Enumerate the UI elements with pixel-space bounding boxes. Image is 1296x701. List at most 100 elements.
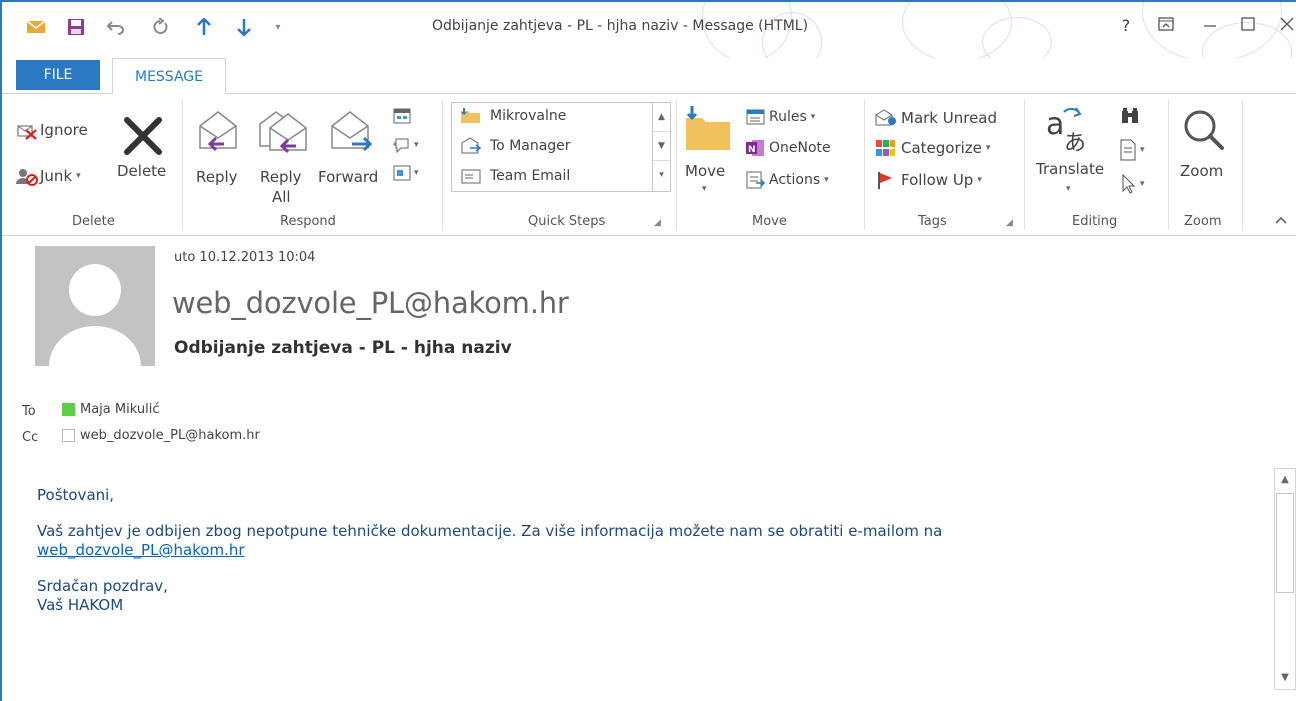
magnifier-icon — [1184, 110, 1224, 150]
group-separator — [676, 100, 677, 230]
onenote-button[interactable]: N OneNote — [744, 136, 856, 160]
mark-unread-button[interactable]: Mark Unread — [874, 106, 1014, 130]
quick-steps-launcher-icon[interactable]: ◢ — [654, 218, 661, 228]
gallery-expand-icon[interactable]: ▾ — [653, 161, 670, 190]
cursor-icon — [1122, 173, 1136, 194]
find-button[interactable] — [1120, 106, 1150, 130]
undo-icon[interactable] — [104, 16, 128, 38]
junk-button[interactable]: Junk ▾ — [16, 164, 104, 188]
move-label: Move — [685, 162, 726, 180]
more-dropdown-icon: ▾ — [414, 168, 419, 178]
cc-recipient[interactable]: web_dozvole_PL@hakom.hr — [62, 428, 260, 443]
zoom-button[interactable]: Zoom — [1174, 100, 1234, 194]
respond-group-label: Respond — [280, 214, 336, 229]
categorize-dropdown-icon: ▾ — [985, 143, 991, 153]
forward-icon — [331, 111, 373, 152]
actions-button[interactable]: Actions ▾ — [744, 168, 856, 192]
tab-message[interactable]: MESSAGE — [112, 58, 226, 94]
quick-steps-scrollbar[interactable]: ▲ ▼ ▾ — [652, 103, 670, 191]
related-button[interactable]: ▾ — [1118, 138, 1160, 162]
mark-unread-label: Mark Unread — [901, 109, 998, 127]
tags-launcher-icon[interactable]: ◢ — [1006, 218, 1013, 228]
rules-button[interactable]: Rules ▾ — [744, 106, 844, 128]
maximize-icon[interactable] — [1236, 16, 1260, 36]
move-button[interactable]: Move ▾ — [682, 100, 734, 206]
actions-label: Actions — [769, 172, 821, 188]
quick-step-label: Team Email — [490, 168, 571, 184]
envelope-arrow-icon — [461, 137, 482, 154]
im-dropdown-icon: ▾ — [414, 140, 419, 150]
scroll-up-icon[interactable]: ▲ — [1275, 469, 1295, 491]
onenote-label: OneNote — [769, 140, 831, 156]
sender-name[interactable]: web_dozvole_PL@hakom.hr — [172, 286, 569, 320]
categorize-button[interactable]: Categorize ▾ — [874, 136, 1014, 160]
outlook-message-window: ▾ Odbijanje zahtjeva - PL - hjha naziv -… — [0, 0, 1296, 701]
select-dropdown-icon: ▾ — [1140, 179, 1145, 189]
body-paragraph: Vaš zahtjev je odbijen zbog nepotpune te… — [37, 522, 1257, 560]
mail-icon[interactable] — [24, 16, 48, 38]
save-icon[interactable] — [64, 16, 88, 38]
flag-icon — [878, 172, 892, 189]
rules-dropdown-icon: ▾ — [810, 112, 816, 122]
quick-step-mikrovalne[interactable]: Mikrovalne — [460, 107, 566, 125]
reply-button[interactable]: Reply — [192, 104, 246, 190]
forward-button[interactable]: Forward — [316, 104, 388, 190]
message-scrollbar[interactable]: ▲ ▼ — [1274, 468, 1296, 690]
customize-toolbar-icon[interactable]: ▾ — [270, 16, 286, 38]
ignore-icon — [17, 125, 37, 140]
follow-up-button[interactable]: Follow Up ▾ — [874, 168, 1014, 192]
message-subject: Odbijanje zahtjeva - PL - hjha naziv — [174, 338, 512, 358]
body-email-link[interactable]: web_dozvole_PL@hakom.hr — [37, 541, 245, 559]
message-body: Poštovani, Vaš zahtjev je odbijen zbog n… — [37, 486, 1257, 632]
quick-step-label: Mikrovalne — [490, 108, 567, 124]
message-date: uto 10.12.2013 10:04 — [174, 250, 316, 265]
more-respond-icon — [393, 165, 411, 181]
select-button[interactable]: ▾ — [1118, 172, 1160, 196]
window-title: Odbijanje zahtjeva - PL - hjha naziv - M… — [432, 18, 809, 34]
folder-icon — [461, 108, 480, 123]
quick-step-to-manager[interactable]: To Manager — [460, 137, 571, 155]
decor-swirl — [982, 17, 1052, 58]
to-recipient[interactable]: Maja Mikulić — [62, 402, 159, 417]
junk-dropdown-icon: ▾ — [76, 171, 81, 181]
quick-steps-gallery: Mikrovalne To Manager Team Email ▲ ▼ ▾ — [451, 102, 671, 192]
move-group-label: Move — [752, 214, 787, 229]
scroll-down-icon[interactable]: ▼ — [653, 132, 670, 161]
down-arrow-icon[interactable] — [232, 16, 256, 38]
tab-file[interactable]: FILE — [16, 60, 100, 90]
binoculars-icon — [1122, 108, 1138, 123]
svg-text:N: N — [748, 145, 756, 155]
ribbon: Ignore Junk ▾ Delete Delete Reply Reply … — [2, 93, 1296, 236]
reply-all-label-line2: All — [272, 188, 291, 206]
move-folder-icon — [686, 106, 730, 150]
minimize-icon[interactable] — [1198, 16, 1222, 36]
im-reply-button[interactable]: ▾ — [392, 134, 434, 156]
junk-label: Junk — [40, 167, 73, 185]
scrollbar-thumb[interactable] — [1276, 493, 1294, 593]
to-label: To — [22, 404, 36, 419]
rules-icon — [746, 109, 765, 125]
group-separator — [864, 100, 865, 230]
reply-label: Reply — [196, 168, 238, 186]
redo-icon[interactable] — [148, 16, 172, 38]
more-respond-button[interactable]: ▾ — [392, 162, 434, 184]
reply-all-button[interactable]: Reply All — [254, 104, 314, 208]
group-separator — [1168, 100, 1169, 230]
delete-button[interactable]: Delete — [112, 108, 174, 188]
group-separator — [182, 100, 183, 230]
scroll-up-icon[interactable]: ▲ — [653, 103, 670, 132]
ignore-button[interactable]: Ignore — [16, 118, 104, 142]
translate-button[interactable]: aあ Translate ▾ — [1030, 100, 1108, 206]
ribbon-display-icon[interactable] — [1154, 16, 1178, 36]
up-arrow-icon[interactable] — [192, 16, 216, 38]
quick-step-team-email[interactable]: Team Email — [460, 167, 570, 185]
scroll-down-icon[interactable]: ▼ — [1275, 667, 1295, 689]
help-button[interactable]: ? — [1116, 16, 1136, 35]
rules-label: Rules — [769, 109, 807, 125]
close-icon[interactable] — [1276, 16, 1296, 36]
collapse-ribbon-icon[interactable] — [1274, 212, 1292, 230]
meeting-reply-button[interactable] — [392, 106, 426, 128]
group-separator — [1024, 100, 1025, 230]
onenote-icon: N — [746, 140, 764, 156]
document-icon — [1120, 139, 1136, 161]
